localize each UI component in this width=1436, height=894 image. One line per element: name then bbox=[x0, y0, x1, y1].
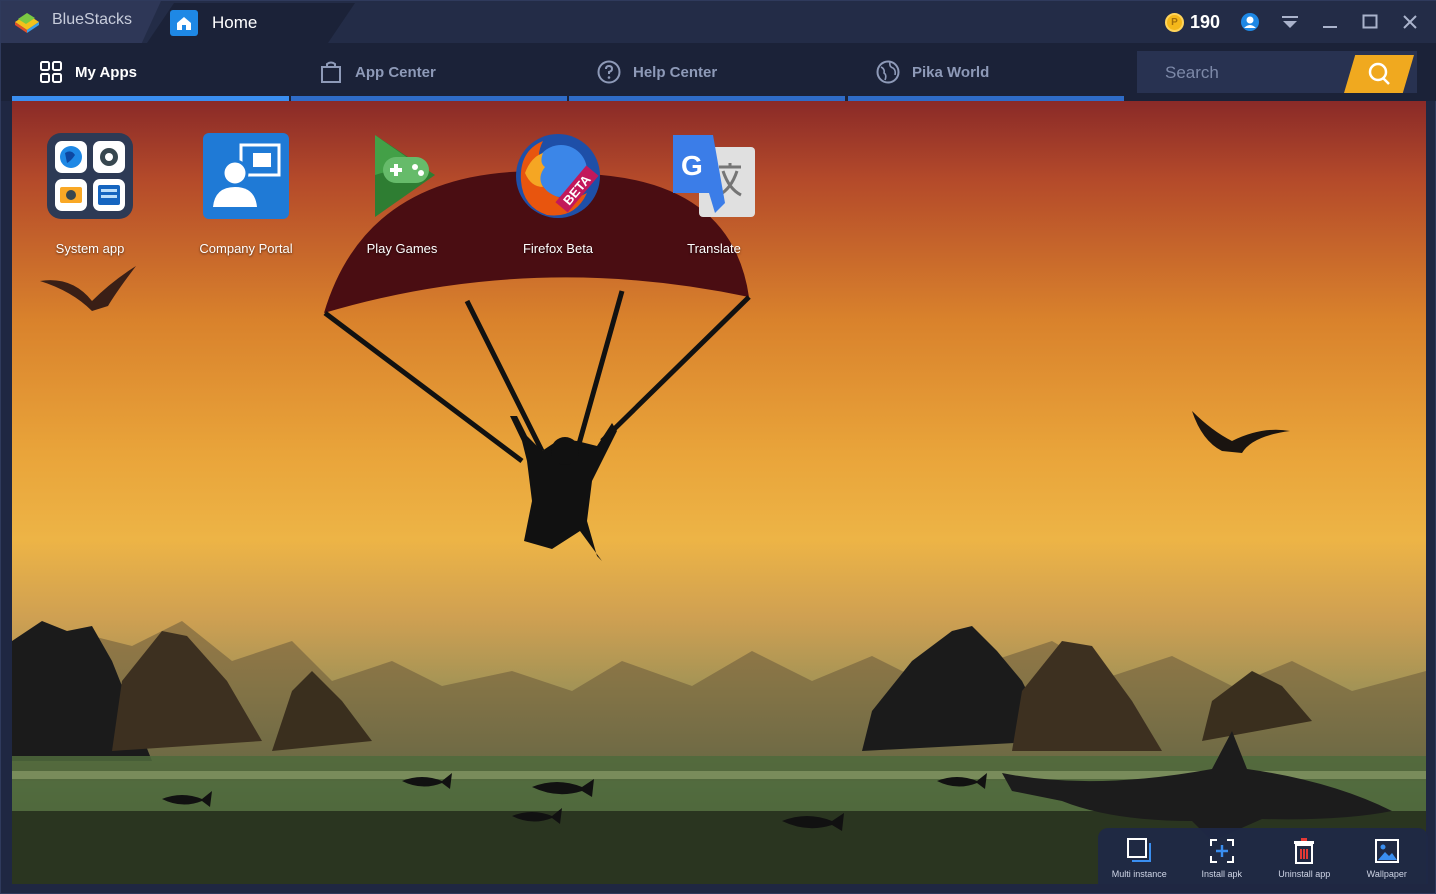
translate-icon: G bbox=[669, 131, 759, 221]
maximize-icon bbox=[1362, 14, 1378, 29]
home-desktop: System app Company Portal Play Games BET… bbox=[12, 101, 1426, 884]
play-games-icon bbox=[357, 131, 447, 221]
brand-name: BlueStacks bbox=[52, 11, 133, 28]
search-icon bbox=[1368, 62, 1390, 85]
app-system-app[interactable]: System app bbox=[15, 131, 165, 256]
home-icon bbox=[170, 10, 198, 36]
app-company-portal[interactable]: Company Portal bbox=[171, 131, 321, 256]
wallpaper-icon bbox=[1374, 839, 1399, 863]
tool-label: Multi instance bbox=[1111, 869, 1167, 879]
tool-label: Uninstall app bbox=[1278, 869, 1331, 879]
nav-pika-world[interactable]: Pika World bbox=[876, 43, 989, 101]
install-apk-icon bbox=[1209, 839, 1234, 863]
app-label: Firefox Beta bbox=[522, 241, 594, 256]
tool-label: Wallpaper bbox=[1366, 869, 1407, 879]
uninstall-app-icon bbox=[1294, 838, 1315, 864]
menu-button[interactable] bbox=[1277, 10, 1303, 34]
bag-icon bbox=[321, 61, 341, 83]
grid-icon bbox=[40, 61, 62, 83]
app-firefox-beta[interactable]: BETA Firefox Beta bbox=[483, 131, 633, 256]
firefox-beta-icon: BETA bbox=[513, 131, 603, 221]
app-play-games[interactable]: Play Games bbox=[327, 131, 477, 256]
translate-glyph: G bbox=[681, 150, 703, 181]
bottom-toolbar: Multi instance Install apk Uninstall app… bbox=[1098, 828, 1428, 884]
question-icon bbox=[597, 60, 621, 84]
install-apk-button[interactable]: Install apk bbox=[1189, 836, 1255, 879]
title-bar: BlueStacks Home P 190 bbox=[1, 1, 1436, 43]
close-button[interactable] bbox=[1397, 10, 1423, 34]
search-placeholder: Search bbox=[1165, 63, 1219, 82]
close-icon bbox=[1403, 15, 1417, 29]
minimize-icon bbox=[1323, 26, 1337, 28]
multi-instance-button[interactable]: Multi instance bbox=[1106, 836, 1172, 879]
coin-icon: P bbox=[1165, 13, 1184, 32]
account-button[interactable] bbox=[1237, 10, 1263, 34]
tab-home-label: Home bbox=[212, 13, 258, 32]
coin-count: 190 bbox=[1190, 12, 1221, 32]
app-label: Translate bbox=[687, 241, 741, 256]
app-label: Company Portal bbox=[199, 241, 293, 256]
maximize-button[interactable] bbox=[1357, 10, 1383, 34]
multi-instance-icon bbox=[1127, 838, 1152, 862]
app-translate[interactable]: G Translate bbox=[639, 131, 789, 256]
nav-app-center[interactable]: App Center bbox=[319, 43, 436, 101]
bluestacks-window: BlueStacks Home P 190 My Apps App Center… bbox=[0, 0, 1436, 894]
app-label: System app bbox=[55, 241, 125, 256]
nav-label: Help Center bbox=[633, 63, 718, 81]
uninstall-app-button[interactable]: Uninstall app bbox=[1271, 836, 1337, 879]
nav-label: App Center bbox=[355, 63, 436, 81]
app-label: Play Games bbox=[366, 241, 438, 256]
search-button[interactable] bbox=[1344, 55, 1414, 93]
wallpaper-button[interactable]: Wallpaper bbox=[1354, 836, 1420, 879]
nav-my-apps[interactable]: My Apps bbox=[39, 43, 137, 101]
menu-dropdown-icon bbox=[1282, 16, 1298, 28]
nav-label: Pika World bbox=[912, 63, 990, 81]
company-portal-icon bbox=[201, 131, 291, 221]
tool-label: Install apk bbox=[1201, 869, 1243, 879]
nav-label: My Apps bbox=[75, 63, 137, 81]
account-icon bbox=[1241, 13, 1259, 31]
system-app-icon bbox=[45, 131, 135, 221]
nav-help-center[interactable]: Help Center bbox=[597, 43, 717, 101]
minimize-button[interactable] bbox=[1317, 10, 1343, 34]
globe-icon bbox=[876, 60, 900, 84]
bluestacks-logo-icon bbox=[15, 13, 39, 33]
